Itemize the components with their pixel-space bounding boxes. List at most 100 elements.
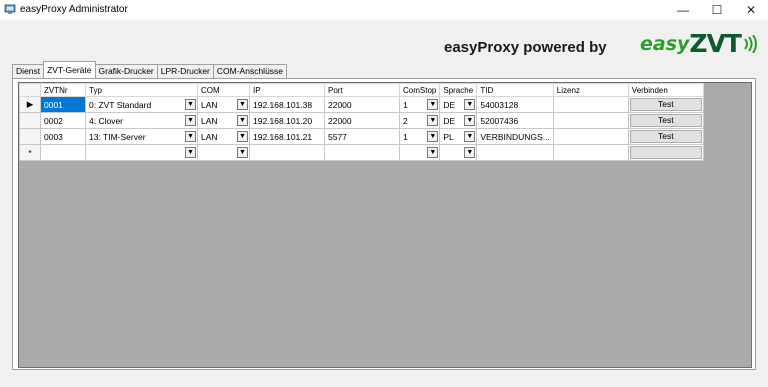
dropdown-arrow-icon[interactable]: ▼	[237, 147, 248, 158]
com-value: LAN	[201, 99, 218, 110]
typ-combo[interactable]: ▼	[85, 144, 198, 161]
test-button[interactable]: Test	[629, 114, 702, 127]
bottom-strip	[0, 375, 768, 387]
typ-value: 13: TIM-Server	[89, 131, 146, 142]
dropdown-arrow-icon[interactable]: ▼	[427, 131, 439, 142]
tab-grafik-drucker[interactable]: Grafik-Drucker	[94, 64, 158, 78]
dropdown-arrow-icon[interactable]: ▼	[185, 147, 196, 158]
tid-cell[interactable]: 52007436	[476, 112, 554, 129]
typ-combo[interactable]: 13: TIM-Server ▼	[85, 128, 198, 145]
tid-cell[interactable]: VERBINDUNGS...	[476, 128, 554, 145]
typ-value: 0: ZVT Standard	[89, 99, 152, 110]
new-row-marker[interactable]: *	[19, 144, 41, 161]
dropdown-arrow-icon[interactable]: ▼	[464, 147, 476, 158]
lizenz-cell[interactable]	[552, 128, 629, 145]
comstop-combo[interactable]: 2 ▼	[398, 112, 441, 129]
close-button[interactable]: ✕	[734, 0, 768, 20]
dropdown-arrow-icon[interactable]: ▼	[464, 115, 476, 126]
com-combo[interactable]: ▼	[197, 144, 250, 161]
table-row[interactable]: ▶ 0001 0: ZVT Standard ▼ LAN ▼ 192.168.101…	[19, 96, 704, 113]
dropdown-arrow-icon[interactable]: ▼	[185, 131, 196, 142]
column-header-com[interactable]: COM	[197, 83, 250, 97]
sprache-combo[interactable]: ▼	[439, 144, 478, 161]
sprache-combo[interactable]: DE ▼	[439, 112, 478, 129]
brand-text: easyProxy powered by	[444, 39, 607, 56]
row-marker[interactable]	[19, 128, 41, 145]
title-bar: easyProxy Administrator — ☐ ✕	[0, 0, 768, 20]
row-marker[interactable]	[19, 112, 41, 129]
tab-com-anschluesse[interactable]: COM-Anschlüsse	[212, 64, 288, 78]
new-row[interactable]: * ▼ ▼ ▼ ▼	[19, 144, 704, 161]
dropdown-arrow-icon[interactable]: ▼	[427, 115, 439, 126]
logo-easy-text: easy	[640, 33, 690, 55]
dropdown-arrow-icon[interactable]: ▼	[185, 99, 196, 110]
zvtnr-cell[interactable]: 0001	[40, 96, 86, 113]
lizenz-cell[interactable]	[552, 96, 629, 113]
dropdown-arrow-icon[interactable]: ▼	[464, 131, 476, 142]
comstop-combo[interactable]: ▼	[398, 144, 441, 161]
tab-zvt-geraete[interactable]: ZVT-Geräte	[43, 61, 96, 78]
dropdown-arrow-icon[interactable]: ▼	[427, 99, 439, 110]
column-header-zvtnr[interactable]: ZVTNr	[40, 83, 86, 97]
ip-cell[interactable]: 192.168.101.20	[249, 112, 325, 129]
tab-page-zvt-geraete: ZVTNr Typ COM IP Port ComStop Sprache TI…	[12, 78, 756, 370]
sprache-combo[interactable]: DE ▼	[439, 96, 478, 113]
column-header-sprache[interactable]: Sprache	[439, 83, 478, 97]
ip-cell[interactable]	[249, 144, 325, 161]
comstop-combo[interactable]: 1 ▼	[398, 96, 441, 113]
maximize-button[interactable]: ☐	[700, 0, 734, 20]
com-combo[interactable]: LAN ▼	[197, 112, 250, 129]
port-cell[interactable]: 22000	[324, 112, 400, 129]
verbinden-cell: Test	[627, 128, 704, 145]
test-button[interactable]: Test	[629, 130, 702, 143]
test-button[interactable]: Test	[629, 98, 702, 111]
tid-cell[interactable]	[476, 144, 554, 161]
com-combo[interactable]: LAN ▼	[197, 128, 250, 145]
column-header-ip[interactable]: IP	[249, 83, 325, 97]
verbinden-cell: Test	[627, 112, 704, 129]
column-header-lizenz[interactable]: Lizenz	[552, 83, 629, 97]
zvtnr-cell[interactable]: 0003	[40, 128, 86, 145]
ip-cell[interactable]: 192.168.101.38	[249, 96, 325, 113]
column-header-verbinden[interactable]: Verbinden	[627, 83, 704, 97]
verbinden-cell: Test	[627, 96, 704, 113]
comstop-value: 1	[403, 99, 408, 110]
zvtnr-cell[interactable]	[40, 144, 86, 161]
zvtnr-cell[interactable]: 0002	[40, 112, 86, 129]
typ-combo[interactable]: 0: ZVT Standard ▼	[85, 96, 198, 113]
dropdown-arrow-icon[interactable]: ▼	[237, 131, 248, 142]
sprache-combo[interactable]: PL ▼	[439, 128, 478, 145]
dropdown-arrow-icon[interactable]: ▼	[237, 115, 248, 126]
typ-value: 4: Clover	[89, 115, 124, 126]
port-cell[interactable]: 22000	[324, 96, 400, 113]
com-combo[interactable]: LAN ▼	[197, 96, 250, 113]
device-grid[interactable]: ZVTNr Typ COM IP Port ComStop Sprache TI…	[18, 82, 752, 368]
row-marker[interactable]: ▶	[19, 96, 41, 113]
tab-lpr-drucker[interactable]: LPR-Drucker	[156, 64, 214, 78]
lizenz-cell[interactable]	[552, 112, 629, 129]
device-table: ZVTNr Typ COM IP Port ComStop Sprache TI…	[19, 83, 704, 161]
tab-dienst[interactable]: Dienst	[12, 64, 45, 78]
header-row: ZVTNr Typ COM IP Port ComStop Sprache TI…	[19, 83, 704, 97]
table-row[interactable]: 0003 13: TIM-Server ▼ LAN ▼ 192.168.101.21…	[19, 128, 704, 145]
column-header-tid[interactable]: TID	[476, 83, 554, 97]
tid-cell[interactable]: 54003128	[476, 96, 554, 113]
table-row[interactable]: 0002 4: Clover ▼ LAN ▼ 192.168.101.20 2200…	[19, 112, 704, 129]
typ-combo[interactable]: 4: Clover ▼	[85, 112, 198, 129]
comstop-combo[interactable]: 1 ▼	[398, 128, 441, 145]
test-button-empty[interactable]	[629, 146, 702, 159]
dropdown-arrow-icon[interactable]: ▼	[427, 147, 439, 158]
dropdown-arrow-icon[interactable]: ▼	[464, 99, 476, 110]
column-header-typ[interactable]: Typ	[85, 83, 198, 97]
port-cell[interactable]: 5577	[324, 128, 400, 145]
minimize-button[interactable]: —	[666, 0, 700, 20]
dropdown-arrow-icon[interactable]: ▼	[237, 99, 248, 110]
column-header-port[interactable]: Port	[324, 83, 400, 97]
ip-cell[interactable]: 192.168.101.21	[249, 128, 325, 145]
sprache-value: DE	[443, 115, 456, 126]
lizenz-cell[interactable]	[552, 144, 629, 161]
column-header-comstop[interactable]: ComStop	[398, 83, 441, 97]
dropdown-arrow-icon[interactable]: ▼	[185, 115, 196, 126]
port-cell[interactable]	[324, 144, 400, 161]
app-icon	[4, 4, 16, 14]
